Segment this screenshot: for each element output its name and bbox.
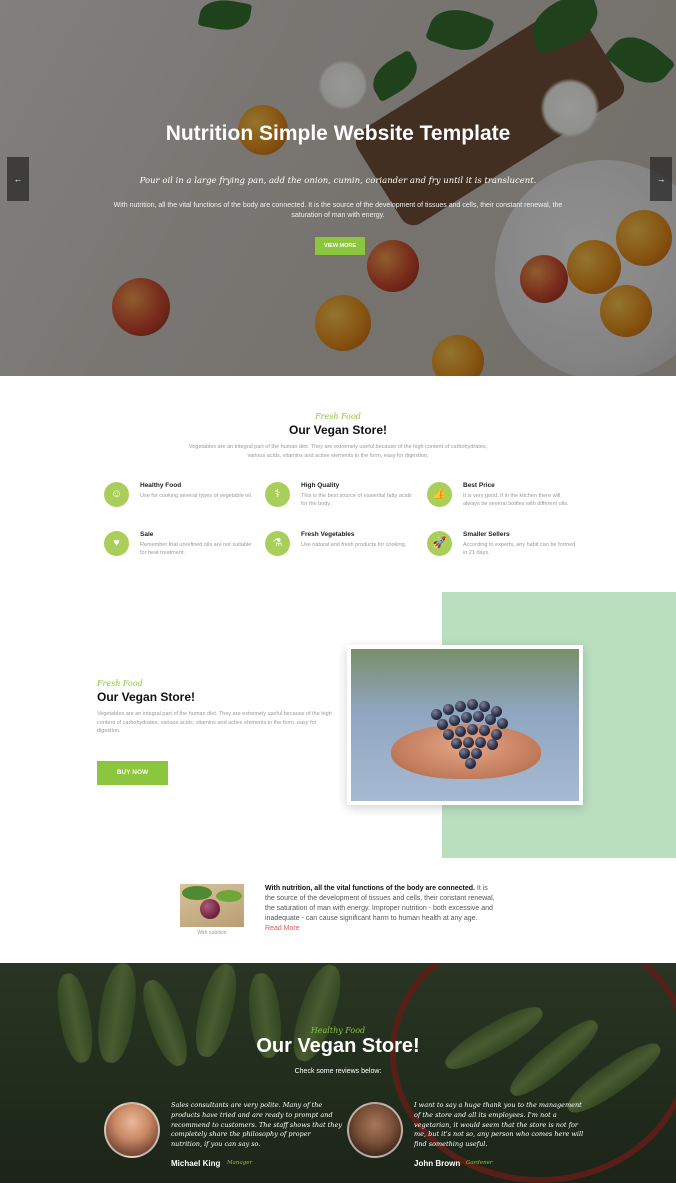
herbs xyxy=(182,886,212,900)
feature-title: Best Price xyxy=(463,482,495,489)
reviewer-role: Manager xyxy=(227,1160,253,1166)
flask-icon: ⚗ xyxy=(265,531,290,556)
grape xyxy=(455,701,466,712)
grape xyxy=(475,737,486,748)
feature-desc: It is very good, if in the kitchen there… xyxy=(463,493,569,507)
hero-overlay xyxy=(0,0,676,376)
feature-item: ☺ Healthy Food Use for cooking several t… xyxy=(104,482,254,522)
grape xyxy=(465,758,476,769)
arrow-left-icon: ← xyxy=(13,174,23,184)
store-desc: Vegetables are an integral part of the h… xyxy=(97,711,332,734)
reviews-title: Our Vegan Store! xyxy=(256,1035,420,1057)
grape xyxy=(451,738,462,749)
info-bold-text: With nutrition, all the vital functions … xyxy=(265,885,475,892)
feature-desc: Remember that unrefined oils are not sui… xyxy=(140,542,252,556)
feature-desc: According to experts, any habit can be f… xyxy=(463,542,576,556)
reviews-subtitle: Check some reviews below: xyxy=(294,1068,382,1075)
reviews-script: Healthy Food xyxy=(310,1026,366,1035)
grape xyxy=(473,711,484,722)
grape xyxy=(485,714,496,725)
thumbnail-caption: With nutrition xyxy=(197,930,227,936)
section-script: Fresh Food xyxy=(315,412,361,421)
feature-item: 🚀 Smaller Sellers According to experts, … xyxy=(427,531,577,571)
feature-title: Fresh Vegetables xyxy=(301,531,355,538)
feature-desc: This is the best source of essential fat… xyxy=(301,493,412,507)
prev-slide-button[interactable]: ← xyxy=(7,157,29,201)
section-intro: Vegetables are an integral part of the h… xyxy=(188,444,488,459)
avatar xyxy=(104,1102,160,1158)
rocket-icon: 🚀 xyxy=(427,531,452,556)
arrow-right-icon: → xyxy=(656,174,666,184)
buy-now-button[interactable]: BUY NOW xyxy=(97,761,168,785)
grape xyxy=(455,726,466,737)
reviewer-name: Michael King xyxy=(171,1159,221,1168)
read-more-link[interactable]: Read More xyxy=(265,925,300,932)
stethoscope-icon: ⚕ xyxy=(265,482,290,507)
feature-item: ♥ Sale Remember that unrefined oils are … xyxy=(104,531,254,571)
feature-title: Smaller Sellers xyxy=(463,531,510,538)
feature-item: ⚕ High Quality This is the best source o… xyxy=(265,482,415,522)
feature-item: ⚗ Fresh Vegetables Use natural and fresh… xyxy=(265,531,415,571)
view-more-button[interactable]: VIEW MORE xyxy=(315,237,365,255)
herbs xyxy=(216,890,242,902)
grape xyxy=(479,701,490,712)
thumbs-up-icon: 👍 xyxy=(427,482,452,507)
store-script: Fresh Food xyxy=(97,679,143,688)
smile-icon: ☺ xyxy=(104,482,129,507)
grape xyxy=(487,739,498,750)
grape xyxy=(461,712,472,723)
hero-title: Nutrition Simple Website Template xyxy=(165,122,511,145)
info-text: With nutrition, all the vital functions … xyxy=(265,884,495,934)
reviewer-name: John Brown xyxy=(414,1159,461,1168)
section-title: Our Vegan Store! xyxy=(288,423,388,437)
store-title: Our Vegan Store! xyxy=(97,690,196,704)
onion xyxy=(200,899,220,919)
grape xyxy=(463,737,474,748)
grapes-photo-frame xyxy=(347,645,583,805)
next-slide-button[interactable]: → xyxy=(650,157,672,201)
reviewer-role: Gardener xyxy=(466,1160,493,1166)
hero-text: With nutrition, all the vital functions … xyxy=(113,202,563,219)
feature-title: Sale xyxy=(140,531,154,538)
feature-item: 👍 Best Price It is very good, if in the … xyxy=(427,482,577,522)
heart-icon: ♥ xyxy=(104,531,129,556)
feature-title: Healthy Food xyxy=(140,482,182,489)
feature-title: High Quality xyxy=(301,482,340,489)
grape xyxy=(467,724,478,735)
avatar xyxy=(347,1102,403,1158)
review-quote: Sales consultants are very polite. Many … xyxy=(171,1101,342,1149)
grapes-photo xyxy=(351,649,579,801)
grape xyxy=(443,704,454,715)
hero-section: Nutrition Simple Website Template Pour o… xyxy=(0,0,676,376)
grape xyxy=(479,725,490,736)
vegetables-thumbnail xyxy=(180,884,244,927)
feature-desc: Use natural and fresh products for cooki… xyxy=(301,542,407,548)
grape xyxy=(497,718,508,729)
grape xyxy=(471,748,482,759)
grape xyxy=(449,715,460,726)
review-quote: I want to say a huge thank you to the ma… xyxy=(414,1101,584,1149)
feature-desc: Use for cooking several types of vegetab… xyxy=(140,493,253,499)
grape xyxy=(467,699,478,710)
hero-script-line: Pour oil in a large frying pan, add the … xyxy=(139,176,537,186)
